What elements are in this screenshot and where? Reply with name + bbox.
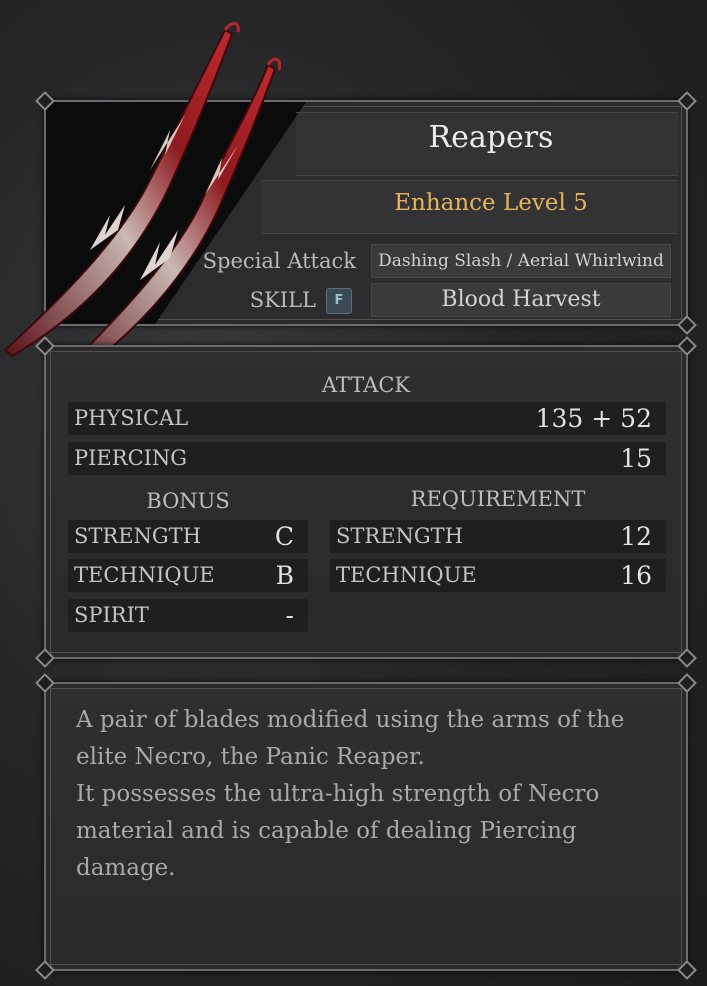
skill-key-badge: F xyxy=(326,288,352,314)
requirement-title: REQUIREMENT xyxy=(410,487,586,511)
bonus-row: TECHNIQUE B xyxy=(68,559,308,592)
description-panel: A pair of blades modified using the arms… xyxy=(35,673,697,980)
requirement-row: STRENGTH 12 xyxy=(330,520,666,553)
bonus-label: TECHNIQUE xyxy=(74,563,215,587)
attack-label: PIERCING xyxy=(74,446,188,470)
description-text: A pair of blades modified using the arms… xyxy=(76,702,656,887)
item-name: Reapers xyxy=(428,120,554,155)
corner-ornament xyxy=(35,960,55,980)
requirement-label: STRENGTH xyxy=(336,524,464,548)
requirement-value: 12 xyxy=(620,522,652,551)
attack-value: 135 + 52 xyxy=(535,404,652,433)
description-line: material and is capable of dealing Pierc… xyxy=(76,818,577,844)
skill-value: Blood Harvest xyxy=(371,283,671,317)
bonus-row: SPIRIT - xyxy=(68,599,308,632)
corner-ornament xyxy=(677,648,697,668)
attack-label: PHYSICAL xyxy=(74,406,189,430)
attack-row: PHYSICAL 135 + 52 xyxy=(68,402,666,435)
attack-title: ATTACK xyxy=(321,373,411,397)
bonus-value: - xyxy=(285,601,294,630)
corner-ornament xyxy=(677,336,697,356)
enhance-level: Enhance Level 5 xyxy=(394,190,588,216)
requirement-label: TECHNIQUE xyxy=(336,563,477,587)
description-line: It possesses the ultra-high strength of … xyxy=(76,781,600,807)
attack-row: PIERCING 15 xyxy=(68,442,666,475)
bonus-value: B xyxy=(275,561,294,590)
description-line: damage. xyxy=(76,855,176,881)
stats-panel: ATTACK PHYSICAL 135 + 52 PIERCING 15 BON… xyxy=(35,336,697,668)
corner-ornament xyxy=(677,91,697,111)
bonus-row: STRENGTH C xyxy=(68,520,308,553)
corner-ornament xyxy=(35,648,55,668)
description-line: A pair of blades modified using the arms… xyxy=(76,707,625,733)
corner-ornament xyxy=(35,673,55,693)
corner-ornament xyxy=(677,960,697,980)
bonus-label: STRENGTH xyxy=(74,524,202,548)
requirement-row: TECHNIQUE 16 xyxy=(330,559,666,592)
reapers-blades-icon xyxy=(3,22,282,388)
bonus-label: SPIRIT xyxy=(74,603,149,627)
attack-value: 15 xyxy=(620,444,652,473)
special-attack-value: Dashing Slash / Aerial Whirlwind xyxy=(371,244,671,278)
blade-left xyxy=(3,22,240,358)
bonus-title: BONUS xyxy=(146,489,230,513)
bonus-value: C xyxy=(274,522,294,551)
corner-ornament xyxy=(677,315,697,335)
corner-ornament xyxy=(677,673,697,693)
requirement-value: 16 xyxy=(620,561,652,590)
blade-right xyxy=(53,57,282,388)
description-line: elite Necro, the Panic Reaper. xyxy=(76,744,425,770)
